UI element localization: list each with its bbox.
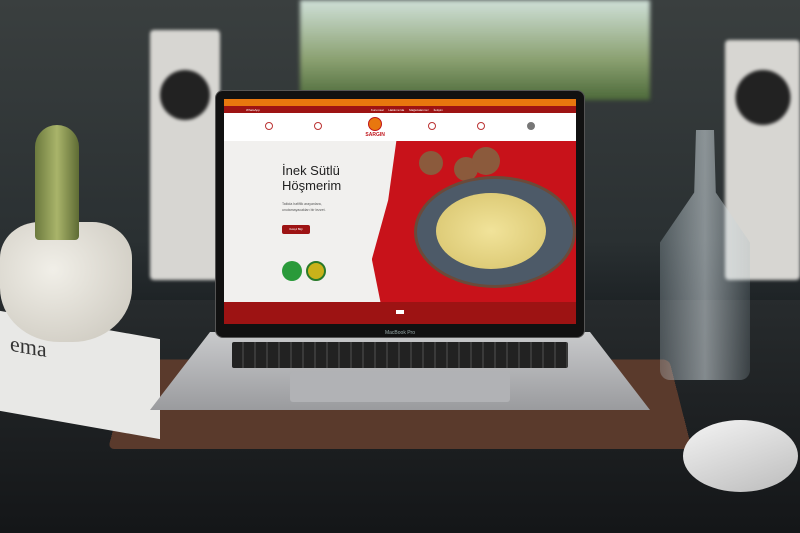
trackpad: [290, 372, 510, 402]
nav-link[interactable]: İletişim: [434, 108, 443, 112]
goat-icon: [314, 122, 323, 130]
laptop-model-label: MacBook Pro: [384, 330, 415, 336]
cookie-banner: [224, 302, 576, 324]
whatsapp-link[interactable]: WhatsApp: [246, 108, 260, 112]
category-item[interactable]: [264, 122, 273, 132]
walnut: [472, 147, 500, 175]
nav-bar: WhatsApp Kurumsal Hakkımızda Mağazalarım…: [224, 106, 576, 113]
plant-pot: [0, 222, 132, 342]
hero-title: İnek Sütlü Höşmerim: [282, 163, 342, 193]
category-item[interactable]: [427, 122, 436, 132]
announcement-bar: [224, 99, 576, 106]
category-item[interactable]: [314, 122, 323, 132]
mouse: [683, 420, 798, 492]
cactus: [35, 125, 79, 240]
nav-link[interactable]: Kurumsal: [371, 108, 384, 112]
cow-icon: [264, 122, 273, 130]
sargin-logo[interactable]: SARGIN: [364, 113, 387, 141]
category-item[interactable]: [477, 122, 486, 132]
nav-link[interactable]: Mağazalarımız: [409, 108, 429, 112]
hero-section: İnek Sütlü Höşmerim Tatlıda hafiflik aray…: [224, 141, 576, 310]
laptop-lid: WhatsApp Kurumsal Hakkımızda Mağazalarım…: [215, 90, 585, 338]
category-item[interactable]: [527, 122, 536, 132]
speaker-left: [150, 30, 220, 280]
certification-badge: [306, 261, 326, 281]
hero-subtitle: Tatlıda hafiflik arayanlara, unutamayaca…: [282, 202, 326, 212]
hosmerim-dessert: [436, 193, 546, 269]
product-icon: [477, 122, 486, 130]
buffalo-icon: [427, 122, 436, 130]
circle-icon: [527, 122, 536, 130]
website-screen: WhatsApp Kurumsal Hakkımızda Mağazalarım…: [224, 99, 576, 324]
category-bar: SARGIN: [224, 113, 576, 141]
cookie-accept-button[interactable]: [396, 310, 404, 314]
logo-emblem-icon: [368, 116, 383, 131]
certification-badge: [282, 261, 302, 281]
tv-screen: [300, 0, 650, 100]
details-button[interactable]: Detaylı Bilgi: [282, 225, 310, 234]
nav-link[interactable]: Hakkımızda: [388, 108, 404, 112]
walnut: [419, 151, 443, 175]
keyboard: [232, 342, 568, 368]
